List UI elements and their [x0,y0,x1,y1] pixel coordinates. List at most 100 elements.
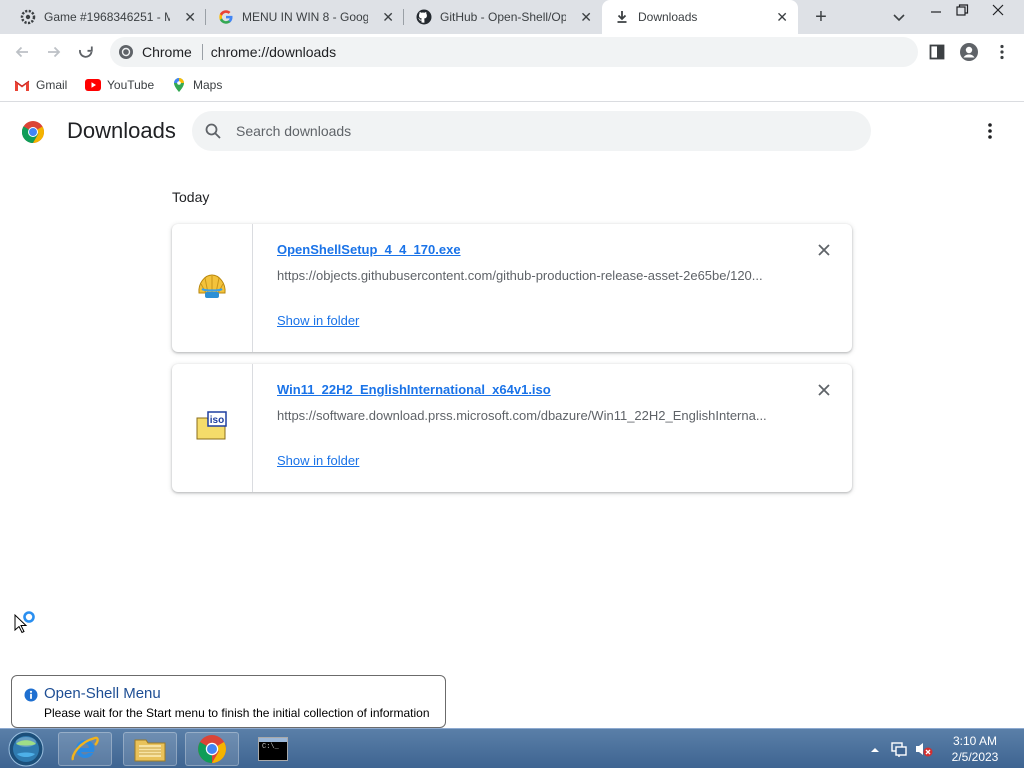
start-orb-button[interactable] [6,730,46,768]
command-prompt-icon: C:\_ [258,737,288,761]
busy-cursor-icon [14,609,40,637]
reload-icon [79,46,93,58]
restore-button[interactable] [952,2,972,18]
chrome-logo-icon [21,120,45,144]
windows-taskbar: C:\_ 3:10 AM 2/5/2023 [0,728,1024,768]
section-heading-today: Today [172,189,210,205]
page-title: Downloads [67,118,176,143]
gear-logo-icon [20,9,36,25]
chevron-up-icon [871,748,879,752]
bookmark-youtube[interactable]: YouTube [85,77,154,93]
download-icon [614,9,630,25]
tab-google[interactable]: MENU IN WIN 8 - Google ✕ [206,0,404,34]
taskbar-command-prompt[interactable]: C:\_ [246,732,300,766]
cmd-prompt-text: C:\_ [262,743,279,751]
github-icon [416,9,432,25]
bookmark-maps[interactable]: Maps [171,77,222,93]
show-in-folder-link[interactable]: Show in folder [277,453,359,468]
side-panel-icon [929,44,945,60]
tab-title: Game #1968346251 - Mi [44,10,170,24]
omnibox-url: chrome://downloads [210,44,337,60]
volume-muted-tray-icon[interactable] [914,740,934,758]
back-button[interactable] [8,38,36,66]
search-placeholder: Search downloads [236,123,352,139]
taskbar-internet-explorer[interactable] [58,732,112,766]
file-explorer-icon [134,739,166,762]
chevron-down-icon [893,14,905,22]
internet-explorer-icon [71,736,99,761]
bookmark-label: YouTube [107,78,155,92]
close-tab-icon[interactable]: ✕ [184,9,196,25]
minimize-button[interactable] [926,4,946,20]
downloads-header: Downloads Search downloads [0,103,1024,159]
remove-download-button[interactable] [814,380,834,400]
new-tab-button[interactable]: + [811,7,831,27]
network-tray-icon[interactable] [890,740,908,758]
close-icon [818,384,830,396]
close-tab-icon[interactable]: ✕ [580,9,592,25]
tab-title: MENU IN WIN 8 - Google [242,10,368,24]
reload-button[interactable] [72,38,100,66]
arrow-left-icon [15,46,28,58]
download-item: OpenShellSetup_4_4_170.exe https://objec… [172,224,852,352]
bookmark-label: Maps [193,78,223,92]
notification-title: Open-Shell Menu [44,685,161,702]
notification-message: Please wait for the Start menu to finish… [44,706,430,720]
tab-game[interactable]: Game #1968346251 - Mi ✕ [8,0,206,34]
bookmarks-bar: Gmail YouTube Maps [0,70,1024,102]
tab-github[interactable]: GitHub - Open-Shell/Op ✕ [404,0,602,34]
maps-icon [171,77,187,93]
close-window-button[interactable] [986,2,1010,18]
download-source-url[interactable]: https://objects.githubusercontent.com/gi… [277,268,777,283]
close-icon [992,4,1004,16]
forward-button[interactable] [40,38,68,66]
side-panel-button[interactable] [923,38,951,66]
close-icon [818,244,830,256]
avatar-icon [960,43,978,61]
file-icon-column: iso [172,364,253,492]
gmail-icon [14,77,30,93]
show-in-folder-link[interactable]: Show in folder [277,313,359,328]
google-icon [218,9,234,25]
download-filename-link[interactable]: Win11_22H2_EnglishInternational_x64v1.is… [277,382,551,397]
tab-title: Downloads [638,10,698,24]
open-shell-notification[interactable]: Open-Shell Menu Please wait for the Star… [11,675,446,728]
download-filename-link[interactable]: OpenShellSetup_4_4_170.exe [277,242,461,257]
tab-downloads[interactable]: Downloads ✕ [602,0,798,34]
tab-strip: Game #1968346251 - Mi ✕ MENU IN WIN 8 - … [0,0,1024,34]
download-item: iso Win11_22H2_EnglishInternational_x64v… [172,364,852,492]
taskbar-clock[interactable]: 3:10 AM 2/5/2023 [940,733,1010,765]
show-hidden-icons-button[interactable] [870,742,880,752]
bookmark-gmail[interactable]: Gmail [14,77,67,93]
info-icon [24,688,38,702]
clock-time: 3:10 AM [952,734,998,748]
minimize-icon [931,11,941,13]
profile-button[interactable] [955,38,983,66]
close-tab-icon[interactable]: ✕ [776,9,788,25]
download-source-url[interactable]: https://software.download.prss.microsoft… [277,408,777,423]
omnibox-divider [201,44,203,60]
more-vert-icon [1000,44,1004,60]
chrome-icon [198,735,226,763]
search-icon [204,122,222,140]
restore-icon [956,4,969,16]
taskbar-file-explorer[interactable] [123,732,177,766]
remove-download-button[interactable] [814,240,834,260]
more-vert-icon [988,123,992,139]
close-tab-icon[interactable]: ✕ [382,9,394,25]
taskbar-chrome[interactable] [185,732,239,766]
shell-installer-icon [196,271,228,306]
start-orb-icon [8,731,44,767]
tab-search-button[interactable] [890,8,908,26]
clock-date: 2/5/2023 [951,750,999,764]
chrome-menu-button[interactable] [988,38,1016,66]
tab-title: GitHub - Open-Shell/Op [440,10,566,24]
address-bar[interactable]: Chrome chrome://downloads [110,37,918,67]
file-icon-column [172,224,253,352]
iso-file-icon: iso [195,410,229,446]
arrow-right-icon [48,46,61,58]
search-downloads-field[interactable]: Search downloads [192,111,871,151]
bookmark-label: Gmail [36,78,68,92]
chrome-site-icon [118,44,134,60]
downloads-menu-button[interactable] [980,121,1000,141]
